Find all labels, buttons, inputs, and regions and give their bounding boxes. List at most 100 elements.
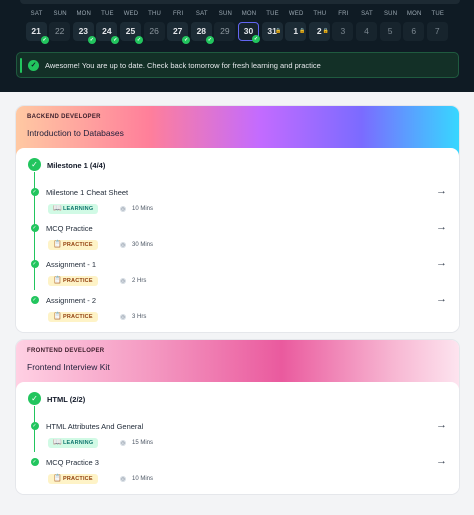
calendar-day[interactable]: SUN 22 xyxy=(49,10,71,41)
banner-accent-bar xyxy=(20,58,22,73)
calendar-day[interactable]: TUE 24 ✓ xyxy=(96,10,120,44)
item-name: Milestone 1 Cheat Sheet xyxy=(46,188,129,197)
clock-icon: ◷ xyxy=(120,314,126,320)
calendar-day-name: SUN xyxy=(383,11,398,17)
course-category: BACKEND DEVELOPER xyxy=(27,114,101,120)
lock-icon: 🔒 xyxy=(298,28,306,34)
calendar-day[interactable]: SAT 4 xyxy=(356,10,378,41)
arrow-right-icon[interactable]: → xyxy=(436,257,447,269)
clipboard-icon: 📋 xyxy=(53,313,62,320)
calendar-day-date: 27 ✓ xyxy=(167,22,191,44)
arrow-right-icon[interactable]: → xyxy=(436,185,447,197)
calendar-date-number: 6 xyxy=(411,26,417,36)
item-type-badge: 📖 LEARNING xyxy=(48,438,99,448)
calendar-day[interactable]: MON 23 ✓ xyxy=(72,10,96,44)
item-name: Assignment - 2 xyxy=(46,296,97,305)
content-item[interactable]: ✓ MCQ Practice → 📋 PRACTICE ◷ 30 Mins xyxy=(16,221,459,258)
clock-icon: ◷ xyxy=(120,242,126,248)
calendar-day[interactable]: MON 6 xyxy=(403,10,425,41)
milestone-check-icon: ✓ xyxy=(28,158,41,171)
calendar-day-name: SAT xyxy=(361,11,373,17)
course-title: Introduction to Databases xyxy=(27,128,124,138)
content-item[interactable]: ✓ HTML Attributes And General → 📖 LEARNING ◷ 1… xyxy=(16,419,459,456)
item-type-label: PRACTICE xyxy=(63,278,93,284)
calendar-day-name: TUE xyxy=(266,11,279,17)
milestone-section: ✓ Milestone 1 (4/4) ✓ Milestone 1 Cheat She… xyxy=(16,148,459,332)
calendar-day[interactable]: SAT 21 ✓ xyxy=(25,10,49,44)
calendar-day[interactable]: FRI 27 ✓ xyxy=(167,10,191,44)
calendar-day-date: 29 xyxy=(214,22,236,41)
item-type-label: PRACTICE xyxy=(63,314,93,320)
content-item[interactable]: ✓ Milestone 1 Cheat Sheet → 📖 LEARNING ◷ 10 Mi… xyxy=(16,185,459,222)
calendar-date-number: 3 xyxy=(340,26,346,36)
calendar-date-number: 30 xyxy=(243,26,254,36)
clock-icon: ◷ xyxy=(120,278,126,284)
calendar-day-date: 1 🔒 xyxy=(285,22,307,41)
calendar-day[interactable]: SAT 28 ✓ xyxy=(190,10,214,44)
completed-check-icon: ✓ xyxy=(205,36,214,44)
lock-icon: 🔒 xyxy=(275,28,282,34)
item-duration: ◷ 10 Mins xyxy=(120,206,153,212)
calendar-day[interactable]: SUN 5 xyxy=(379,10,402,41)
calendar-day[interactable]: FRI 3 xyxy=(332,10,354,41)
arrow-right-icon[interactable]: → xyxy=(436,419,447,431)
item-name: Assignment - 1 xyxy=(46,260,97,269)
calendar-day[interactable]: SUN 29 xyxy=(214,10,236,41)
item-type-badge: 📖 LEARNING xyxy=(48,204,99,214)
completed-check-icon: ✓ xyxy=(135,36,143,44)
calendar-day-date: 25 ✓ xyxy=(120,22,143,44)
milestone-title: HTML (2/2) xyxy=(47,395,86,404)
calendar-date-number: 29 xyxy=(220,26,230,36)
calendar-day[interactable]: WED 25 ✓ xyxy=(120,10,143,44)
arrow-right-icon[interactable]: → xyxy=(436,221,447,233)
item-duration-text: 30 Mins xyxy=(132,242,154,248)
calendar-day-name: SAT xyxy=(195,11,208,17)
calendar-day-date: 23 ✓ xyxy=(72,22,96,44)
calendar-date-number: 21 xyxy=(31,26,41,36)
item-check-icon: ✓ xyxy=(30,188,39,196)
calendar-day[interactable]: THU 2 🔒 xyxy=(308,10,331,41)
item-type-label: PRACTICE xyxy=(63,242,93,248)
calendar-day[interactable]: MON 30 ✓ xyxy=(238,10,260,43)
item-check-icon: ✓ xyxy=(30,422,39,430)
item-name: MCQ Practice xyxy=(46,224,93,233)
course-card: FRONTEND DEVELOPER Frontend Interview Kit… xyxy=(16,340,459,494)
calendar-day-date: 31 🔒 xyxy=(261,22,283,41)
calendar-day-date: 24 ✓ xyxy=(96,22,120,44)
banner-text: Awesome! You are up to date. Check back … xyxy=(45,61,321,70)
book-icon: 📖 xyxy=(53,205,62,212)
content-item[interactable]: ✓ Assignment - 1 → 📋 PRACTICE ◷ 2 Hrs xyxy=(16,257,459,294)
item-type-label: PRACTICE xyxy=(63,476,93,482)
calendar-date-number: 5 xyxy=(387,26,393,36)
calendar-date-number: 25 xyxy=(125,26,136,36)
content-item[interactable]: ✓ Assignment - 2 → 📋 PRACTICE ◷ 3 Hrs xyxy=(16,293,459,330)
calendar-date-number: 24 xyxy=(102,26,112,36)
item-duration-text: 10 Mins xyxy=(132,476,154,482)
calendar-day-name: MON xyxy=(406,11,422,17)
item-type-badge: 📋 PRACTICE xyxy=(48,240,98,250)
clock-icon: ◷ xyxy=(120,206,126,212)
calendar-date-number: 23 xyxy=(78,26,89,36)
calendar-date-number: 4 xyxy=(364,26,369,36)
completed-check-icon: ✓ xyxy=(182,36,191,44)
item-duration: ◷ 15 Mins xyxy=(120,440,153,446)
content-item[interactable]: ✓ MCQ Practice 3 → 📋 PRACTICE ◷ 10 Mins xyxy=(16,455,459,492)
calendar-date-number: 22 xyxy=(54,26,65,36)
item-duration: ◷ 30 Mins xyxy=(120,242,153,248)
calendar-day[interactable]: TUE 31 🔒 xyxy=(261,10,284,41)
item-duration: ◷ 3 Hrs xyxy=(120,314,146,320)
calendar-date-number: 2 xyxy=(316,26,322,36)
arrow-right-icon[interactable]: → xyxy=(436,455,447,467)
calendar-day[interactable]: TUE 7 xyxy=(426,10,449,41)
item-duration: ◷ 10 Mins xyxy=(120,476,153,482)
arrow-right-icon[interactable]: → xyxy=(436,293,447,305)
calendar-day-date: 3 xyxy=(332,22,354,41)
calendar-day-name: FRI xyxy=(338,11,349,17)
course-card: BACKEND DEVELOPER Introduction to Databas… xyxy=(16,106,459,332)
calendar-day[interactable]: THU 26 xyxy=(143,10,166,41)
item-type-badge: 📋 PRACTICE xyxy=(48,474,98,484)
calendar-day-name: SUN xyxy=(53,11,67,17)
calendar-day-name: SUN xyxy=(218,11,233,17)
calendar-day[interactable]: WED 1 🔒 xyxy=(285,10,307,41)
item-name: MCQ Practice 3 xyxy=(46,458,99,467)
